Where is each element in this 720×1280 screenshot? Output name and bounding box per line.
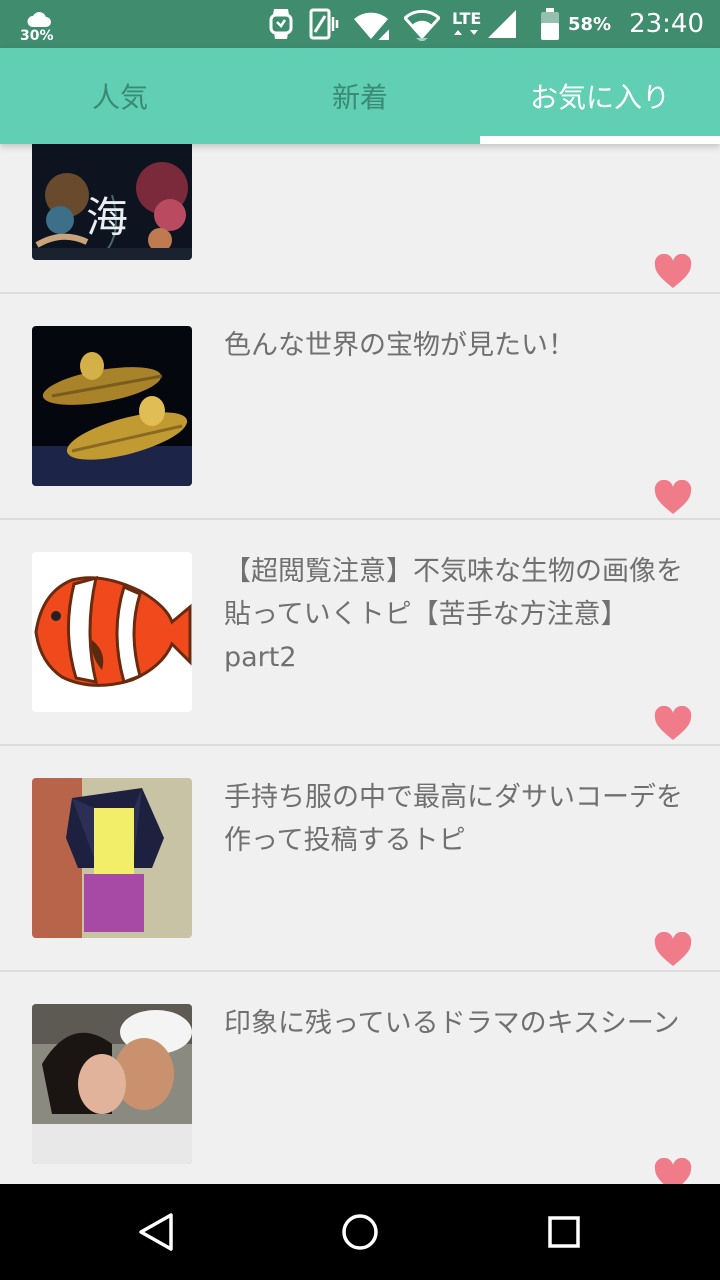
network-type: LTE <box>451 9 482 28</box>
back-button[interactable] <box>106 1184 206 1280</box>
item-title: 手持ち服の中で最高にダサいコーデを作って投稿するトピ <box>224 782 683 856</box>
item-title: 色んな世界の宝物が見たい！ <box>224 330 575 361</box>
navigation-bar <box>0 1184 720 1280</box>
home-icon <box>342 1214 378 1250</box>
thumbnail-image <box>32 326 192 486</box>
recents-icon <box>548 1216 580 1248</box>
thumbnail-image: 海 <box>32 144 192 260</box>
cloud-icon <box>27 12 51 27</box>
active-tab-indicator <box>480 136 720 144</box>
heart-icon[interactable] <box>654 480 692 516</box>
tab-bar: 人気 新着 お気に入り <box>0 48 720 144</box>
thumbnail-image <box>32 552 192 712</box>
cell-signal-icon <box>486 8 518 40</box>
heart-icon[interactable] <box>654 706 692 742</box>
list-item[interactable]: 手持ち服の中で最高にダサいコーデを作って投稿するトピ <box>0 746 720 972</box>
status-bar: 30% LTE 58% 23:40 <box>0 0 720 48</box>
thumbnail-image <box>32 778 192 938</box>
tab-favorites[interactable]: お気に入り <box>480 48 720 144</box>
item-title: 【超閲覧注意】不気味な生物の画像を貼っていくトピ【苦手な方注意】part2 <box>224 556 683 673</box>
weather-percent: 30% <box>20 28 54 44</box>
thumbnail-image <box>32 1004 192 1164</box>
back-icon <box>139 1213 173 1251</box>
clock: 23:40 <box>629 9 704 39</box>
wifi-calling-icon <box>352 7 392 41</box>
list-item[interactable]: 海 <box>0 144 720 294</box>
watch-icon <box>268 7 294 41</box>
list-item[interactable]: 【超閲覧注意】不気味な生物の画像を貼っていくトピ【苦手な方注意】part2 <box>0 520 720 746</box>
tab-popular[interactable]: 人気 <box>0 48 240 144</box>
battery-icon <box>540 7 560 41</box>
battery-percent: 58% <box>567 13 612 35</box>
vibrate-icon <box>306 7 340 41</box>
thumbnail-caption: 海 <box>86 193 129 242</box>
wifi-icon <box>403 7 440 41</box>
recents-button[interactable] <box>514 1184 614 1280</box>
weather-indicator: 30% <box>20 6 60 44</box>
list-item[interactable]: 印象に残っているドラマのキスシーン <box>0 972 720 1184</box>
heart-icon[interactable] <box>654 1158 692 1184</box>
list-item[interactable]: 色んな世界の宝物が見たい！ <box>0 294 720 520</box>
heart-icon[interactable] <box>654 254 692 290</box>
home-button[interactable] <box>310 1184 410 1280</box>
item-title: 印象に残っているドラマのキスシーン <box>224 1008 680 1039</box>
favorites-list[interactable]: 海 色んな世界の宝物が見たい！ 【超閲覧注意】不気味な生物の画像を貼っていくトピ… <box>0 144 720 1184</box>
tab-new[interactable]: 新着 <box>240 48 480 144</box>
lte-signal-icon: LTE <box>452 11 482 37</box>
heart-icon[interactable] <box>654 932 692 968</box>
